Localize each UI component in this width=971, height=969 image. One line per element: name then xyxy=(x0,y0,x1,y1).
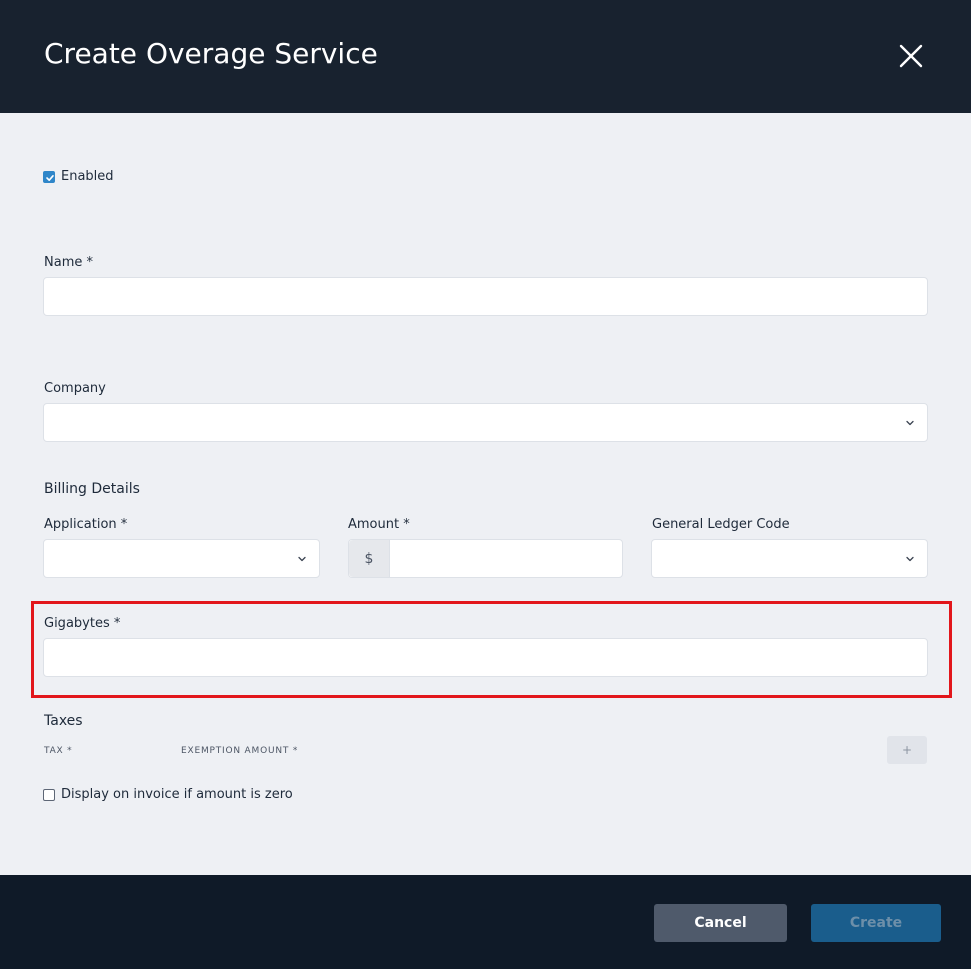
application-label: Application * xyxy=(44,517,128,532)
enabled-label: Enabled xyxy=(61,169,114,184)
name-input[interactable] xyxy=(43,277,928,316)
plus-icon: + xyxy=(901,743,913,757)
name-label: Name * xyxy=(44,255,93,270)
display-zero-checkbox[interactable] xyxy=(43,788,55,801)
add-tax-button[interactable]: + xyxy=(887,736,927,764)
exemption-amount-column-label: EXEMPTION AMOUNT * xyxy=(181,746,299,756)
modal-footer: Cancel Create xyxy=(0,875,971,969)
gl-code-select[interactable] xyxy=(651,539,928,578)
close-button[interactable] xyxy=(893,38,929,74)
billing-details-title: Billing Details xyxy=(44,481,140,497)
chevron-down-icon xyxy=(906,420,914,425)
modal-header: Create Overage Service xyxy=(0,0,971,113)
modal-body xyxy=(0,113,971,875)
check-icon xyxy=(46,174,54,181)
taxes-title: Taxes xyxy=(44,713,83,729)
tax-column-label: TAX * xyxy=(44,746,73,756)
amount-label: Amount * xyxy=(348,517,410,532)
currency-prefix: $ xyxy=(349,540,390,577)
display-zero-checkbox-row[interactable]: Display on invoice if amount is zero xyxy=(43,787,293,802)
company-label: Company xyxy=(44,381,106,396)
application-select[interactable] xyxy=(43,539,320,578)
cancel-button[interactable]: Cancel xyxy=(654,904,787,942)
create-button[interactable]: Create xyxy=(811,904,941,942)
create-overage-service-modal: Create Overage Service Enabled Name * Co… xyxy=(0,0,971,969)
modal-title: Create Overage Service xyxy=(44,37,378,70)
enabled-checkbox[interactable] xyxy=(43,170,55,183)
company-select[interactable] xyxy=(43,403,928,442)
close-icon xyxy=(899,44,923,68)
gigabytes-input[interactable] xyxy=(43,638,928,677)
display-zero-label: Display on invoice if amount is zero xyxy=(61,787,293,802)
gigabytes-label: Gigabytes * xyxy=(44,616,121,631)
gl-code-label: General Ledger Code xyxy=(652,517,790,532)
chevron-down-icon xyxy=(298,556,306,561)
amount-input[interactable]: $ xyxy=(348,539,623,578)
chevron-down-icon xyxy=(906,556,914,561)
enabled-checkbox-row[interactable]: Enabled xyxy=(43,169,114,184)
